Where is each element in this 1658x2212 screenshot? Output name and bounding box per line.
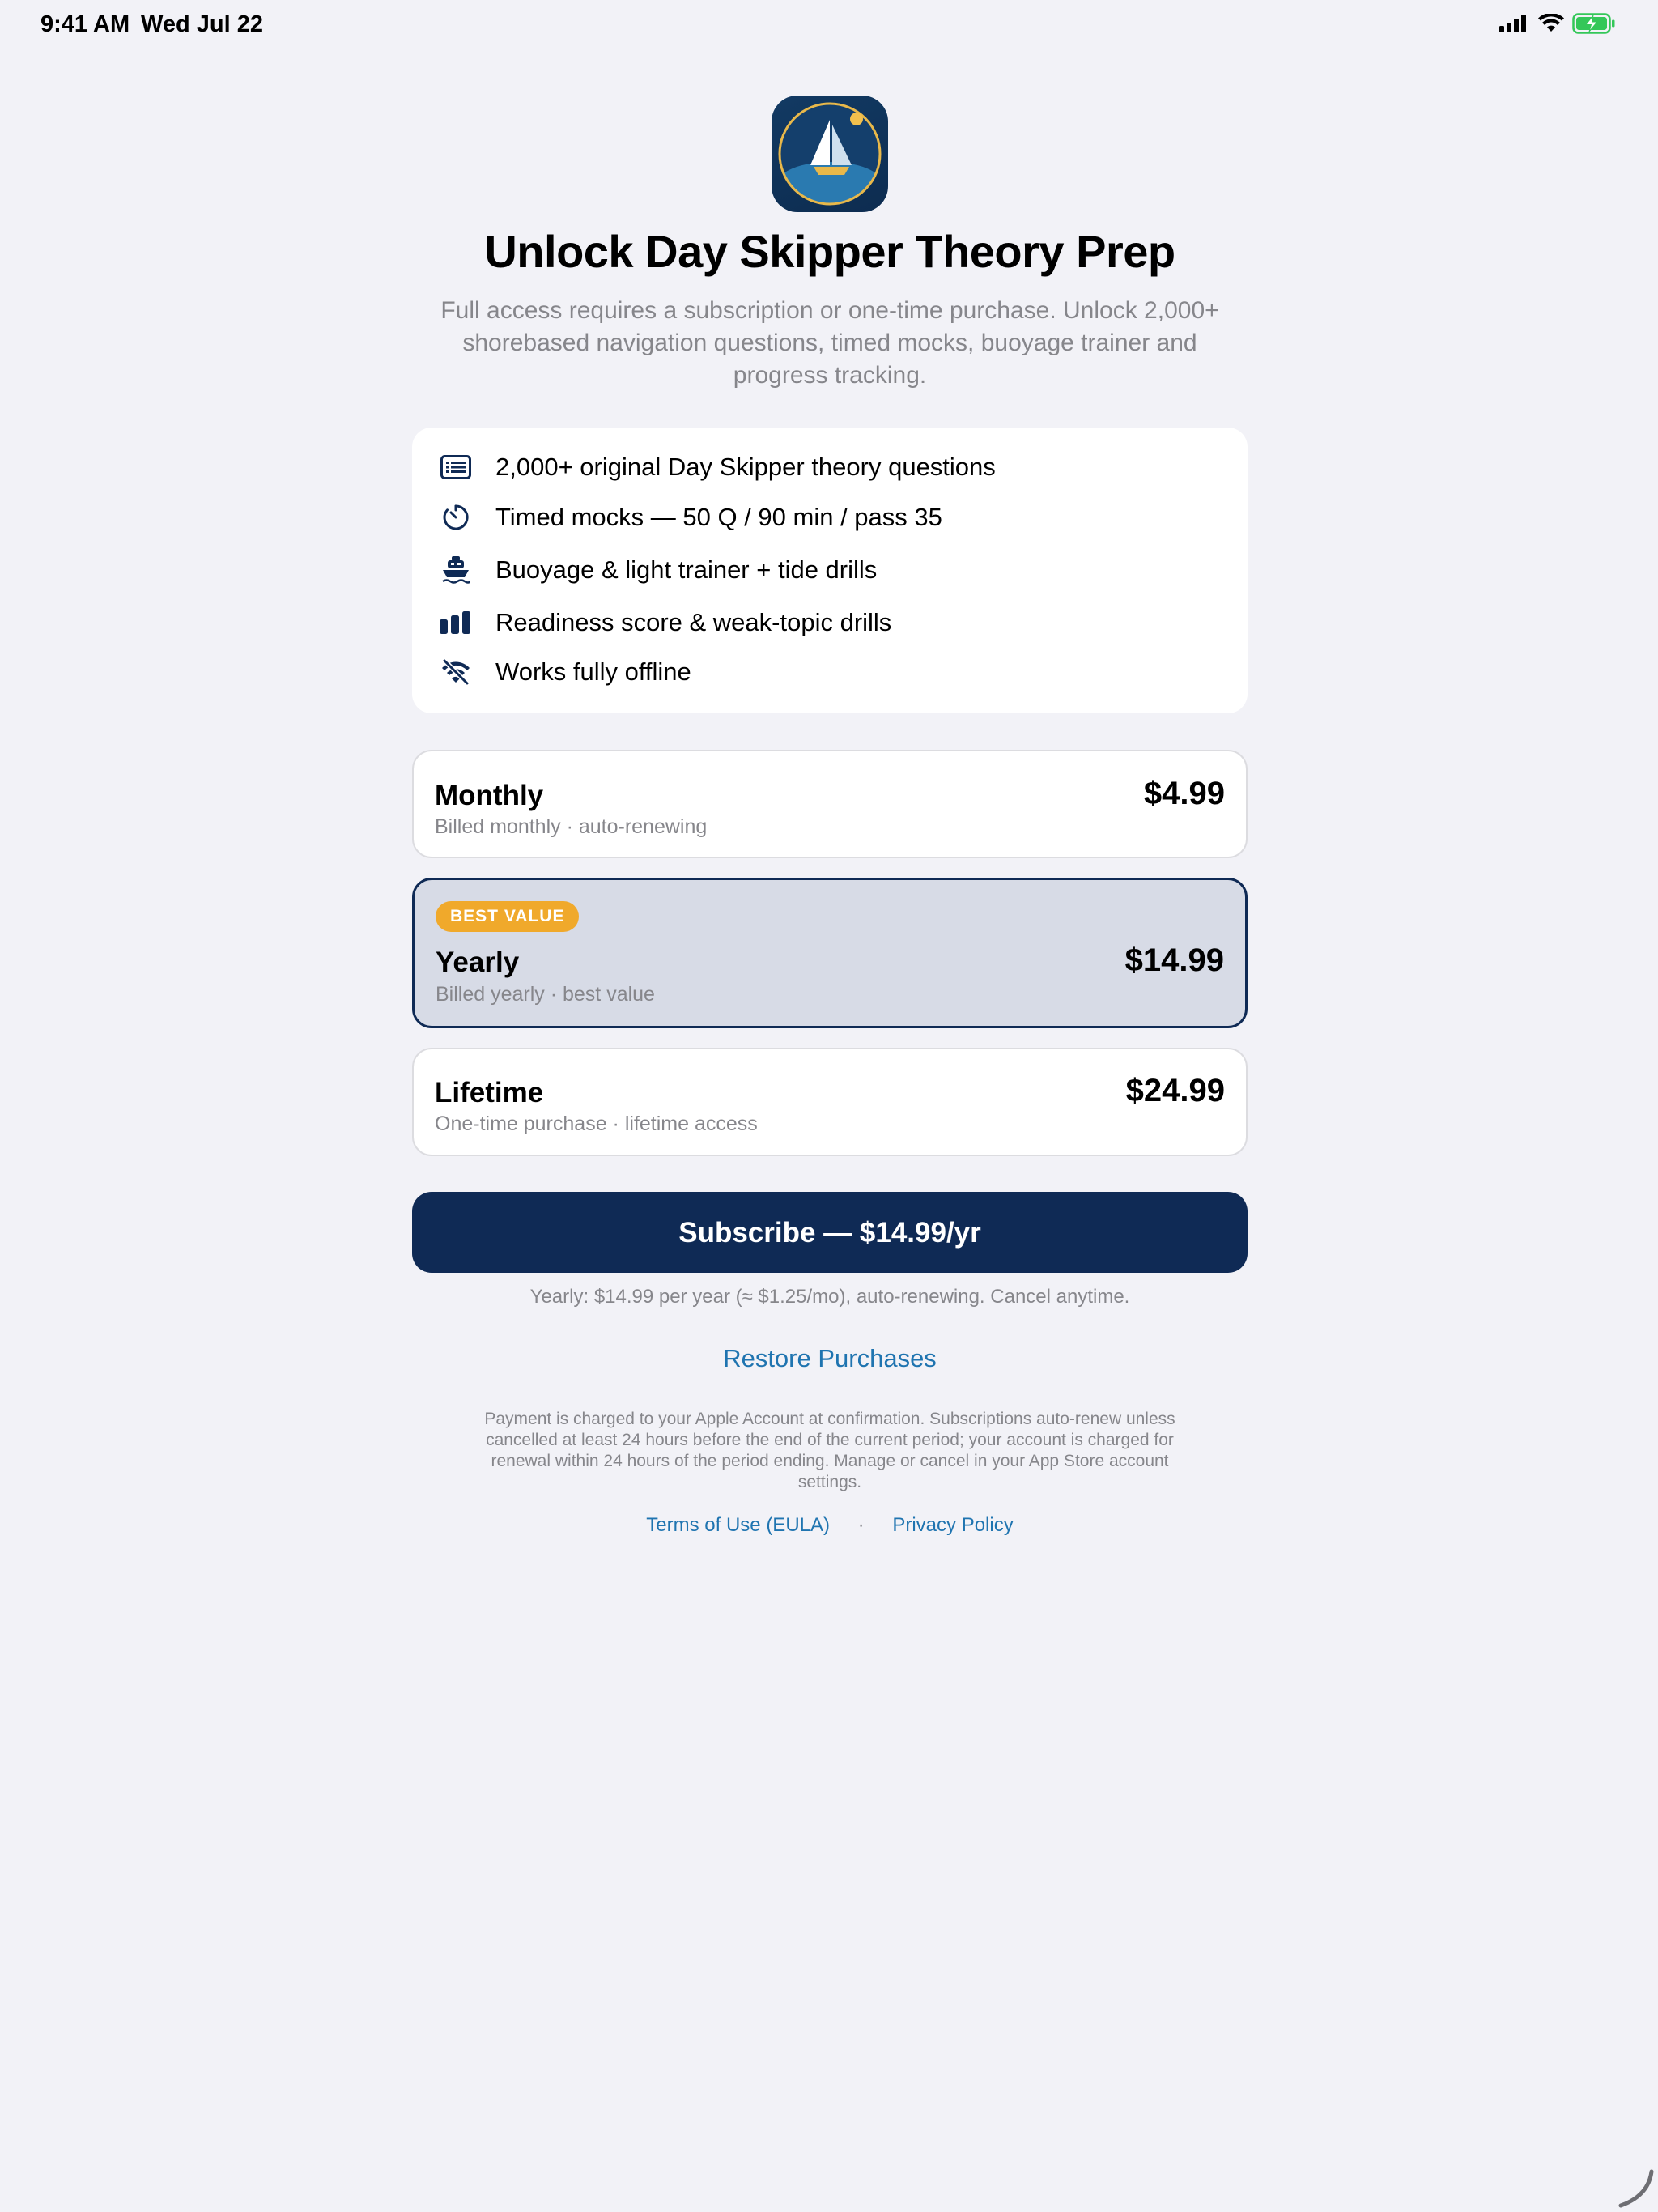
legal-line: settings. [797, 1473, 862, 1491]
feature-text: Works fully offline [495, 657, 691, 686]
subscribe-button[interactable]: Subscribe — $14.99/yr [412, 1192, 1248, 1273]
legal-line: Payment is charged to your Apple Account… [484, 1410, 1175, 1428]
feature-item: Readiness score & weak-topic drills [412, 600, 1248, 645]
restore-purchases-link[interactable]: Restore Purchases [412, 1344, 1248, 1373]
page-subtitle: Full access requires a subscription or o… [412, 295, 1248, 392]
feature-item: Timed mocks — 50 Q / 90 min / pass 35 [412, 495, 1248, 540]
plan-monthly[interactable]: Monthly Billed monthly · auto-renewing $… [412, 750, 1248, 858]
feature-text: 2,000+ original Day Skipper theory quest… [495, 453, 996, 481]
subtitle-line: Full access requires a subscription or o… [440, 297, 1219, 324]
corner-gesture-indicator [1618, 2169, 1654, 2208]
plan-name: Monthly [435, 780, 544, 811]
feature-text: Timed mocks — 50 Q / 90 min / pass 35 [495, 503, 942, 531]
subtitle-line: progress tracking. [733, 362, 927, 389]
best-value-badge: BEST VALUE [436, 901, 580, 932]
status-bar: 9:41 AM Wed Jul 22 [0, 0, 1658, 52]
plan-price: $4.99 [1143, 776, 1225, 811]
wifi-icon [1538, 14, 1564, 32]
ferry-icon [440, 554, 472, 586]
legal-links: Terms of Use (EULA) · Privacy Policy [412, 1514, 1248, 1537]
link-separator: · [857, 1514, 865, 1536]
plan-lifetime[interactable]: Lifetime One-time purchase · lifetime ac… [412, 1048, 1248, 1156]
features-card: 2,000+ original Day Skipper theory quest… [412, 428, 1248, 713]
list-document-icon [440, 451, 472, 483]
plan-description: Billed monthly · auto-renewing [435, 815, 708, 838]
plan-price: $24.99 [1125, 1073, 1225, 1108]
feature-text: Buoyage & light trainer + tide drills [495, 555, 878, 584]
sailboat-app-icon [772, 96, 888, 212]
legal-line: cancelled at least 24 hours before the e… [486, 1431, 1174, 1449]
terms-link[interactable]: Terms of Use (EULA) [646, 1514, 830, 1536]
feature-item: Buoyage & light trainer + tide drills [412, 547, 1248, 593]
bar-chart-icon [440, 606, 472, 639]
feature-item: Works fully offline [412, 649, 1248, 695]
plan-yearly[interactable]: BEST VALUE Yearly Billed yearly · best v… [412, 878, 1248, 1028]
plan-name: Lifetime [435, 1077, 544, 1108]
timer-icon [440, 501, 472, 534]
subtitle-line: shorebased navigation questions, timed m… [462, 330, 1197, 356]
plan-price: $14.99 [1124, 942, 1224, 978]
battery-charging-icon [1572, 13, 1615, 34]
page-title: Unlock Day Skipper Theory Prep [484, 226, 1175, 277]
legal-line: renewal within 24 hours of the period en… [491, 1452, 1169, 1470]
legal-text: Payment is charged to your Apple Account… [412, 1409, 1248, 1493]
plan-description: Billed yearly · best value [436, 983, 655, 1006]
wifi-slash-icon [440, 656, 472, 688]
status-date: Wed Jul 22 [141, 11, 263, 37]
status-icons [1499, 13, 1616, 34]
plan-description: One-time purchase · lifetime access [435, 1112, 758, 1135]
privacy-link[interactable]: Privacy Policy [892, 1514, 1013, 1536]
plan-name: Yearly [436, 946, 520, 978]
feature-text: Readiness score & weak-topic drills [495, 608, 892, 636]
cellular-signal-icon [1499, 15, 1526, 32]
billing-note: Yearly: $14.99 per year (≈ $1.25/mo), au… [529, 1286, 1130, 1308]
feature-item: 2,000+ original Day Skipper theory quest… [412, 445, 1248, 490]
status-time: 9:41 AM [40, 11, 130, 37]
